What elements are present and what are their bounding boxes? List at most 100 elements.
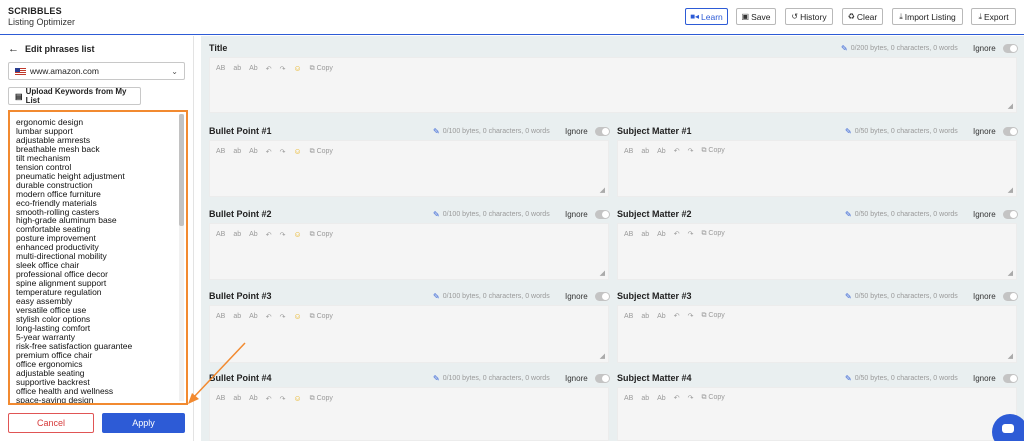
redo-icon[interactable]: ↷ — [280, 231, 286, 239]
subject1-ignore-toggle[interactable] — [1003, 127, 1018, 136]
bullet3-input[interactable]: AB ab Ab ↶ ↷ ☺ ⧉ Copy ◢ — [209, 305, 609, 363]
copy-tool[interactable]: ⧉ Copy — [310, 313, 333, 321]
bullet4-ignore-toggle[interactable] — [595, 374, 610, 383]
uppercase-tool[interactable]: AB — [624, 313, 633, 320]
copy-tool[interactable]: ⧉ Copy — [701, 394, 724, 402]
lowercase-tool[interactable]: ab — [233, 231, 241, 238]
lowercase-tool[interactable]: ab — [233, 65, 241, 72]
undo-icon[interactable]: ↶ — [266, 395, 272, 403]
capitalize-tool[interactable]: Ab — [657, 313, 666, 320]
copy-tool[interactable]: ⧉ Copy — [701, 312, 724, 320]
uppercase-tool[interactable]: AB — [216, 395, 225, 402]
scrollbar-thumb[interactable] — [179, 114, 184, 226]
edit-pencil-icon[interactable]: ✎ — [433, 210, 440, 219]
redo-icon[interactable]: ↷ — [280, 65, 286, 73]
capitalize-tool[interactable]: Ab — [657, 231, 666, 238]
bullet4-input[interactable]: AB ab Ab ↶ ↷ ☺ ⧉ Copy — [209, 387, 609, 441]
redo-icon[interactable]: ↷ — [688, 230, 694, 238]
lowercase-tool[interactable]: ab — [233, 395, 241, 402]
cancel-button[interactable]: Cancel — [8, 413, 94, 433]
redo-icon[interactable]: ↷ — [280, 148, 286, 156]
redo-icon[interactable]: ↷ — [280, 395, 286, 403]
edit-pencil-icon[interactable]: ✎ — [845, 374, 852, 383]
undo-icon[interactable]: ↶ — [266, 65, 272, 73]
redo-icon[interactable]: ↷ — [280, 313, 286, 321]
history-button[interactable]: ↺ History — [785, 8, 833, 25]
bullet1-input[interactable]: AB ab Ab ↶ ↷ ☺ ⧉ Copy ◢ — [209, 140, 609, 197]
phrases-textarea[interactable]: ergonomic design lumbar support adjustable… — [8, 110, 188, 405]
undo-icon[interactable]: ↶ — [674, 147, 680, 155]
emoji-icon[interactable]: ☺ — [293, 312, 301, 321]
undo-icon[interactable]: ↶ — [674, 230, 680, 238]
learn-button[interactable]: ■◂ Learn — [685, 8, 728, 25]
back-to-phrases[interactable]: ← Edit phrases list — [8, 43, 95, 55]
lowercase-tool[interactable]: ab — [233, 148, 241, 155]
lowercase-tool[interactable]: ab — [233, 313, 241, 320]
title-input[interactable]: AB ab Ab ↶ ↷ ☺ ⧉ Copy ◢ — [209, 57, 1017, 113]
bullet2-input[interactable]: AB ab Ab ↶ ↷ ☺ ⧉ Copy ◢ — [209, 223, 609, 280]
resize-handle-icon[interactable]: ◢ — [1008, 102, 1013, 110]
uppercase-tool[interactable]: AB — [216, 148, 225, 155]
redo-icon[interactable]: ↷ — [688, 394, 694, 402]
capitalize-tool[interactable]: Ab — [249, 395, 258, 402]
copy-tool[interactable]: ⧉ Copy — [310, 148, 333, 156]
upload-keywords-button[interactable]: ▤ Upload Keywords from My List — [8, 87, 141, 105]
capitalize-tool[interactable]: Ab — [657, 395, 666, 402]
bullet1-ignore-toggle[interactable] — [595, 127, 610, 136]
uppercase-tool[interactable]: AB — [624, 395, 633, 402]
resize-handle-icon[interactable]: ◢ — [1008, 352, 1013, 360]
emoji-icon[interactable]: ☺ — [293, 147, 301, 156]
redo-icon[interactable]: ↷ — [688, 312, 694, 320]
capitalize-tool[interactable]: Ab — [249, 231, 258, 238]
apply-button[interactable]: Apply — [102, 413, 185, 433]
subject4-input[interactable]: AB ab Ab ↶ ↷ ⧉ Copy — [617, 387, 1017, 441]
emoji-icon[interactable]: ☺ — [293, 230, 301, 239]
uppercase-tool[interactable]: AB — [216, 313, 225, 320]
save-button[interactable]: ▣ Save — [736, 8, 776, 25]
bullet2-ignore-toggle[interactable] — [595, 210, 610, 219]
chat-support-button[interactable] — [992, 414, 1024, 441]
edit-pencil-icon[interactable]: ✎ — [433, 374, 440, 383]
resize-handle-icon[interactable]: ◢ — [1008, 269, 1013, 277]
title-ignore-toggle[interactable] — [1003, 44, 1018, 53]
import-listing-button[interactable]: ⤓ Import Listing — [892, 8, 963, 25]
subject2-ignore-toggle[interactable] — [1003, 210, 1018, 219]
marketplace-select[interactable]: www.amazon.com ⌄ — [8, 62, 185, 80]
undo-icon[interactable]: ↶ — [674, 312, 680, 320]
undo-icon[interactable]: ↶ — [266, 231, 272, 239]
undo-icon[interactable]: ↶ — [266, 148, 272, 156]
lowercase-tool[interactable]: ab — [641, 313, 649, 320]
edit-pencil-icon[interactable]: ✎ — [845, 292, 852, 301]
edit-pencil-icon[interactable]: ✎ — [845, 127, 852, 136]
redo-icon[interactable]: ↷ — [688, 147, 694, 155]
emoji-icon[interactable]: ☺ — [293, 64, 301, 73]
edit-pencil-icon[interactable]: ✎ — [841, 44, 848, 53]
uppercase-tool[interactable]: AB — [216, 231, 225, 238]
subject3-ignore-toggle[interactable] — [1003, 292, 1018, 301]
lowercase-tool[interactable]: ab — [641, 148, 649, 155]
back-arrow-icon[interactable]: ← — [8, 43, 19, 55]
capitalize-tool[interactable]: Ab — [249, 313, 258, 320]
subject4-ignore-toggle[interactable] — [1003, 374, 1018, 383]
capitalize-tool[interactable]: Ab — [249, 65, 258, 72]
copy-tool[interactable]: ⧉ Copy — [310, 65, 333, 73]
clear-button[interactable]: ♻ Clear — [842, 8, 883, 25]
resize-handle-icon[interactable]: ◢ — [600, 352, 605, 360]
lowercase-tool[interactable]: ab — [641, 231, 649, 238]
uppercase-tool[interactable]: AB — [624, 231, 633, 238]
uppercase-tool[interactable]: AB — [624, 148, 633, 155]
bullet3-ignore-toggle[interactable] — [595, 292, 610, 301]
subject3-input[interactable]: AB ab Ab ↶ ↷ ⧉ Copy ◢ — [617, 305, 1017, 363]
capitalize-tool[interactable]: Ab — [657, 148, 666, 155]
lowercase-tool[interactable]: ab — [641, 395, 649, 402]
resize-handle-icon[interactable]: ◢ — [600, 186, 605, 194]
resize-handle-icon[interactable]: ◢ — [600, 269, 605, 277]
edit-pencil-icon[interactable]: ✎ — [433, 127, 440, 136]
undo-icon[interactable]: ↶ — [674, 394, 680, 402]
copy-tool[interactable]: ⧉ Copy — [701, 230, 724, 238]
emoji-icon[interactable]: ☺ — [293, 394, 301, 403]
subject1-input[interactable]: AB ab Ab ↶ ↷ ⧉ Copy ◢ — [617, 140, 1017, 197]
copy-tool[interactable]: ⧉ Copy — [310, 231, 333, 239]
edit-pencil-icon[interactable]: ✎ — [845, 210, 852, 219]
copy-tool[interactable]: ⧉ Copy — [310, 395, 333, 403]
